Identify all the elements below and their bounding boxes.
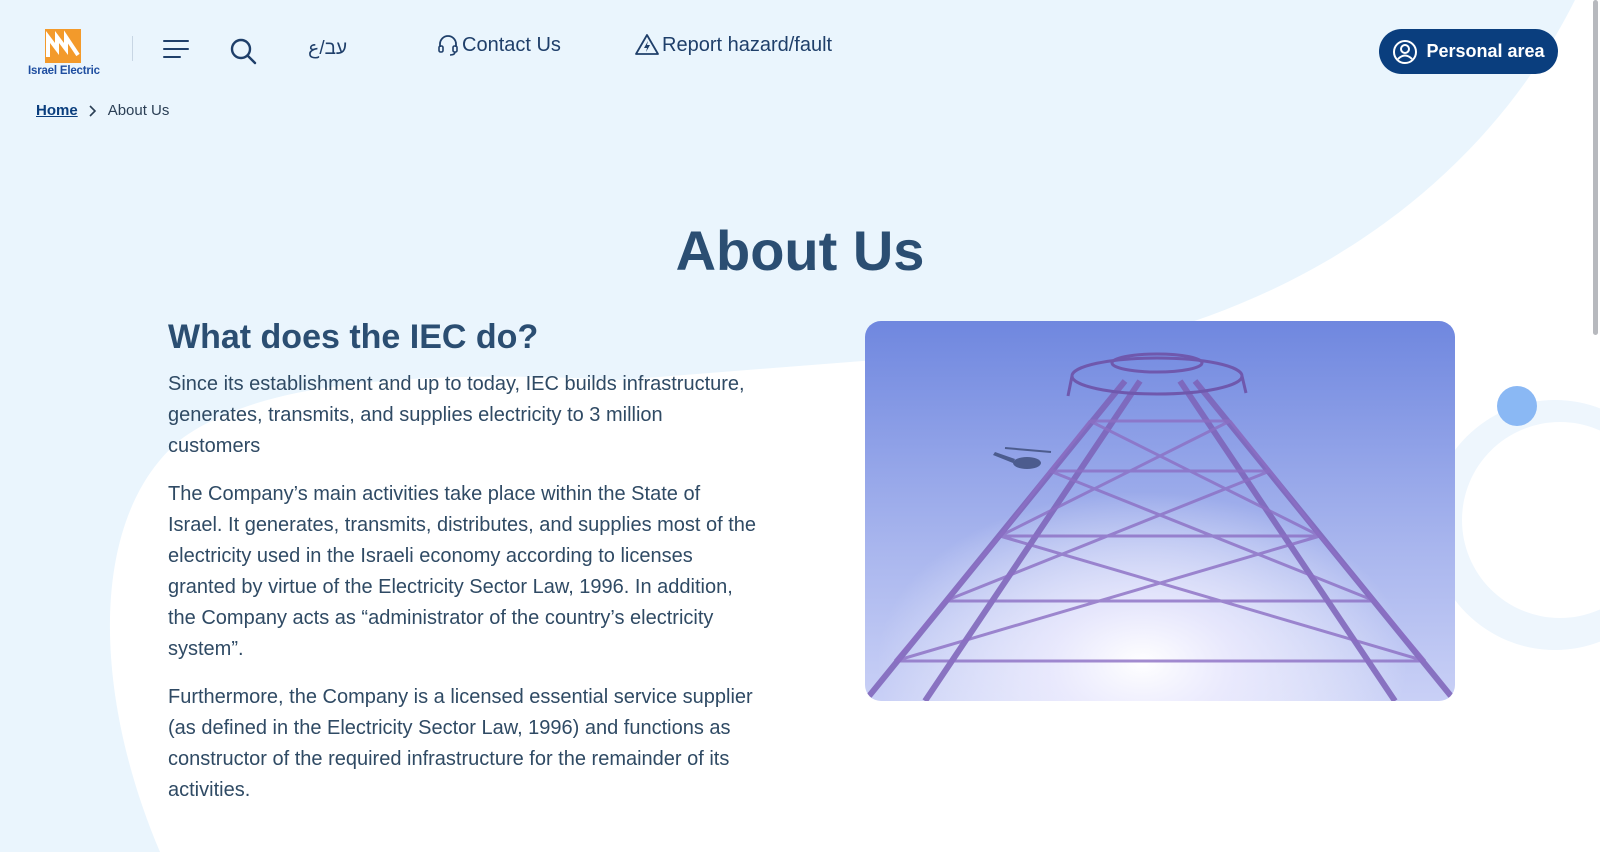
contact-us-label: Contact Us	[462, 33, 561, 56]
personal-area-button[interactable]: Personal area	[1379, 29, 1558, 74]
paragraph-2: The Company’s main activities take place…	[168, 483, 757, 660]
breadcrumb-home-link[interactable]: Home	[36, 102, 78, 119]
site-header: Israel Electric עב/ع Contact Us Report h	[0, 0, 1600, 95]
breadcrumb-current: About Us	[107, 102, 170, 119]
logo-text: Israel Electric	[28, 65, 100, 77]
search-button[interactable]	[230, 37, 258, 65]
section-heading: What does the IEC do?	[168, 318, 539, 356]
search-icon	[230, 38, 257, 65]
headset-icon	[438, 35, 458, 56]
paragraph-3: Furthermore, the Company is a licensed e…	[168, 686, 753, 801]
personal-area-label: Personal area	[1426, 41, 1545, 61]
menu-button[interactable]	[162, 37, 190, 61]
hamburger-icon	[163, 40, 189, 58]
logo-mark-icon	[45, 29, 81, 63]
scrollbar-thumb[interactable]	[1593, 0, 1598, 335]
report-hazard-link[interactable]: Report hazard/fault	[634, 33, 832, 57]
page-scrollbar[interactable]	[1592, 0, 1600, 852]
decorative-dot	[1497, 386, 1537, 426]
breadcrumb: Home About Us	[36, 102, 169, 119]
paragraph-1: Since its establishment and up to today,…	[168, 373, 745, 457]
user-circle-icon	[1393, 39, 1418, 64]
report-hazard-label: Report hazard/fault	[662, 33, 833, 56]
header-divider	[132, 36, 133, 61]
about-text: Since its establishment and up to today,…	[168, 369, 758, 823]
contact-us-link[interactable]: Contact Us	[436, 33, 561, 57]
warning-icon	[635, 34, 659, 55]
page-title: About Us	[675, 219, 925, 282]
language-switch[interactable]: עב/ع	[308, 37, 347, 60]
company-logo[interactable]: Israel Electric	[28, 28, 100, 80]
power-tower-image	[865, 321, 1455, 701]
chevron-right-icon	[89, 104, 96, 117]
